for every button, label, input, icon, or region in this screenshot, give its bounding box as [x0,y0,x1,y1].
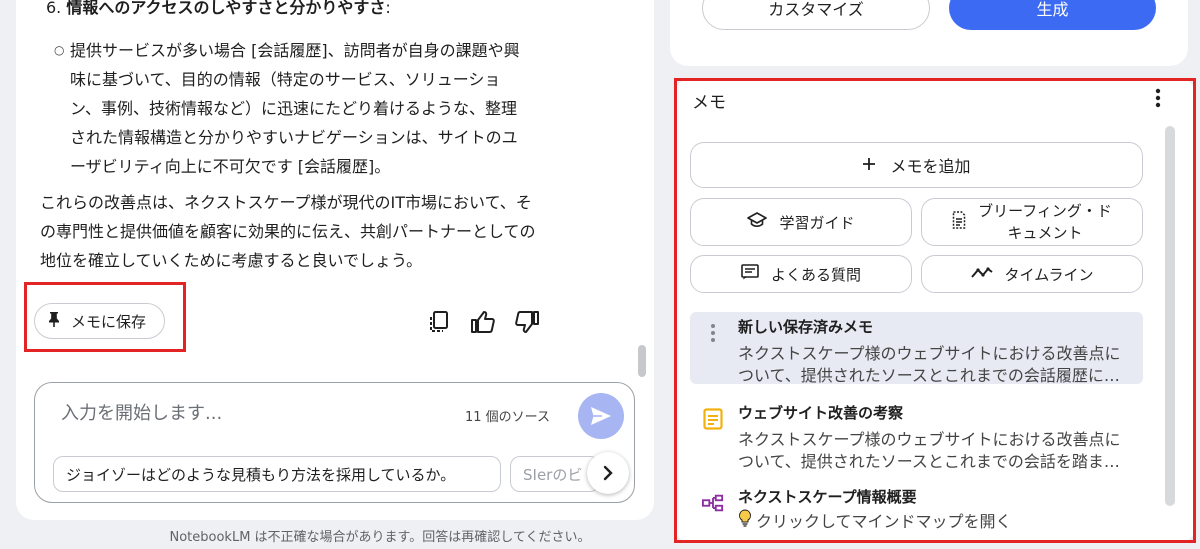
answer-heading: 6. 情報へのアクセスのしやすさと分かりやすさ: [46,0,391,18]
note-preview-row: クリックしてマインドマップを開く [738,508,1128,532]
note-preview-line: ネクストスケープ様のウェブサイトにおける改善点に [738,430,1121,449]
note-preview-line: ついて、提供されたソースとこれまでの会話履歴に… [738,366,1120,385]
note-item[interactable]: 新しい保存済みメモ ネクストスケープ様のウェブサイトにおける改善点に ついて、提… [690,312,1143,385]
mindmap-icon [702,492,724,514]
generate-button[interactable]: 生成 [949,0,1156,30]
briefing-doc-label-line: キュメント [1007,224,1083,242]
heading-number: 6. [46,0,67,17]
studio-overview-card: カスタマイズ 生成 [670,0,1188,66]
save-to-note-label: メモに保存 [71,312,147,331]
note-item[interactable]: ネクストスケープ情報概要 クリックしてマインドマップを開く [690,482,1143,531]
timeline-label: タイムライン [1004,265,1094,284]
briefing-doc-label-line: ブリーフィング・ド [978,202,1112,220]
more-vert-icon[interactable] [1148,86,1168,110]
memo-scrollbar[interactable] [1165,126,1175,506]
memo-panel: メモ メモを追加 学習ガイド ブリーフィング・ド キュメント よくある質問 タイ… [674,78,1196,543]
add-memo-label: メモを追加 [890,157,971,176]
bullet-line: ン、事例、技術情報など）に迅速にたどり着けるような、整理 [70,99,518,118]
note-preview-line: ネクストスケープ様のウェブサイトにおける改善点に [738,344,1121,363]
answer-bullet: ○ 提供サービスが多い場合 [会話履歴]、訪問者が自身の課題や興 味に基づいて、… [54,36,550,181]
paragraph-line: これらの改善点は、ネクストスケープ様が現代のIT市場において、そ [40,193,532,212]
study-guide-button[interactable]: 学習ガイド [690,198,912,246]
chevron-right-icon[interactable] [587,452,629,494]
heading-colon: : [385,0,391,17]
customize-button[interactable]: カスタマイズ [702,0,930,30]
disclaimer-text: NotebookLM は不正確な場合があります。回答は再確認してください。 [169,530,591,545]
briefing-doc-label: ブリーフィング・ド キュメント [978,200,1112,244]
document-icon [952,211,966,233]
graduation-cap-icon [747,212,768,232]
chat-input[interactable] [61,399,461,427]
plus-icon [862,156,876,175]
source-count: 11 個のソース [465,410,551,425]
faq-icon [741,264,759,284]
thumbs-down-icon[interactable] [513,308,541,336]
note-title: 新しい保存済みメモ [738,318,874,336]
faq-button[interactable]: よくある質問 [690,255,912,293]
bullet-dot-icon: ○ [54,43,65,57]
bullet-line: ーザビリティ向上に不可欠です [会話履歴]。 [70,157,391,176]
chat-composer: 11 個のソース ジョイゾーはどのような見積もり方法を採用しているか。 SIer… [34,382,635,503]
send-button[interactable] [578,393,624,439]
drag-handle-icon[interactable] [702,322,724,344]
faq-label: よくある質問 [770,265,861,284]
add-memo-button[interactable]: メモを追加 [690,142,1143,188]
chat-panel: 6. 情報へのアクセスのしやすさと分かりやすさ: ○ 提供サービスが多い場合 [… [16,0,654,520]
study-guide-label: 学習ガイド [779,213,855,232]
timeline-icon [970,265,993,283]
memo-title: メモ [692,93,726,113]
lightbulb-icon [738,509,752,531]
send-icon [591,407,611,425]
chat-scrollbar[interactable] [638,345,646,377]
response-actions [425,308,541,336]
note-preview-line: ついて、提供されたソースとこれまでの会話を踏ま… [738,452,1120,471]
suggestion-chip[interactable]: ジョイゾーはどのような見積もり方法を採用しているか。 [53,456,501,492]
bullet-line: 味に基づいて、目的の情報（特定のサービス、ソリューショ [70,70,501,89]
heading-bold-text: 情報へのアクセスのしやすさと分かりやすさ [66,0,386,17]
save-to-note-button[interactable]: メモに保存 [34,303,165,339]
paragraph-line: の専門性と提供価値を顧客に効果的に伝え、共創パートナーとしての [40,222,536,241]
briefing-doc-button[interactable]: ブリーフィング・ド キュメント [921,198,1143,246]
answer-paragraph: これらの改善点は、ネクストスケープ様が現代のIT市場において、そ の専門性と提供… [40,188,560,275]
note-icon [702,408,724,430]
timeline-button[interactable]: タイムライン [921,255,1143,293]
pin-icon [47,311,61,331]
thumbs-up-icon[interactable] [469,308,497,336]
note-title: ウェブサイト改善の考察 [738,404,904,422]
copy-icon[interactable] [425,308,453,336]
bullet-line: された情報構造と分かりやすいナビゲーションは、サイトのユ [70,128,518,147]
note-item[interactable]: ウェブサイト改善の考察 ネクストスケープ様のウェブサイトにおける改善点に ついて… [690,398,1143,471]
note-preview-line: クリックしてマインドマップを開く [756,512,1012,531]
paragraph-line: 地位を確立していくために考慮すると良いでしょう。 [40,251,423,270]
note-title: ネクストスケープ情報概要 [738,488,917,506]
bullet-line: 提供サービスが多い場合 [会話履歴]、訪問者が自身の課題や興 [70,41,520,60]
